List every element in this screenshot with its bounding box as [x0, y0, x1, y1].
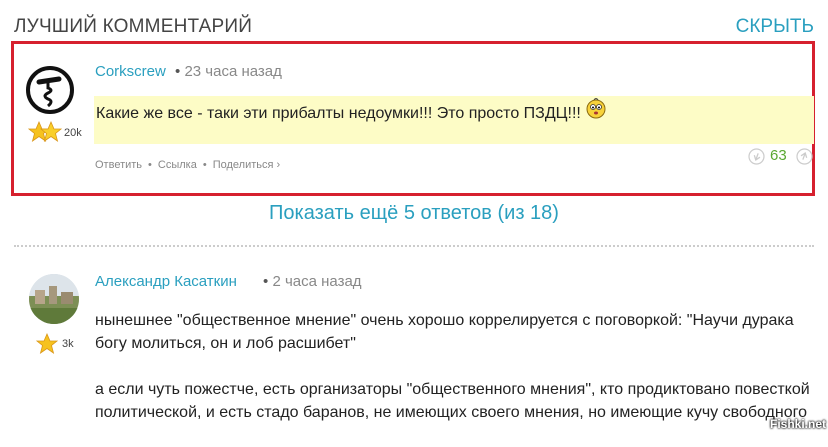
- comment-body: нынешнее "общественное мнение" очень хор…: [95, 309, 817, 447]
- corkscrew-avatar-icon[interactable]: [26, 66, 74, 114]
- watermark: Fishki.net: [769, 417, 826, 431]
- meta-separator: •: [263, 273, 269, 290]
- author-name[interactable]: Александр Касаткин: [95, 273, 237, 290]
- reply-link[interactable]: Ответить: [95, 159, 142, 171]
- author-link[interactable]: Corkscrew: [95, 63, 166, 80]
- comment-meta: • 2 часа назад: [263, 273, 362, 290]
- share-link[interactable]: Поделиться ›: [213, 159, 280, 171]
- show-more-replies-link[interactable]: Показать ещё 5 ответов (из 18): [0, 202, 828, 225]
- divider: [14, 245, 814, 247]
- comment-time: 23 часа назад: [184, 63, 282, 80]
- user-rating: 3k: [62, 338, 74, 350]
- rating-stars-icon: [28, 121, 62, 142]
- user-avatar[interactable]: [29, 274, 79, 324]
- comment-meta: • 23 часа назад: [175, 63, 282, 80]
- comment-paragraph: нынешнее "общественное мнение" очень хор…: [95, 312, 794, 352]
- author-name[interactable]: Corkscrew: [95, 63, 166, 80]
- vote-count: 63: [770, 147, 787, 164]
- comment-actions: Ответить • Ссылка • Поделиться ›: [95, 159, 280, 171]
- action-separator: •: [202, 159, 207, 171]
- smiley-icon: [586, 98, 606, 119]
- user-rating: 20k: [64, 127, 82, 139]
- comment-time: 2 часа назад: [272, 273, 362, 290]
- permalink-link[interactable]: Ссылка: [158, 159, 197, 171]
- vote-down-icon[interactable]: [748, 148, 765, 165]
- hide-link[interactable]: СКРЫТЬ: [736, 16, 814, 38]
- comment-paragraph: а если чуть пожестче, есть организаторы …: [95, 381, 810, 421]
- section-title: ЛУЧШИЙ КОММЕНТАРИЙ: [14, 16, 253, 37]
- rating-star-icon: [36, 333, 58, 354]
- comment-text: Какие же все - таки эти прибалты недоумк…: [96, 105, 581, 122]
- vote-up-icon[interactable]: [796, 148, 813, 165]
- action-separator: •: [148, 159, 152, 171]
- meta-separator: •: [175, 63, 181, 80]
